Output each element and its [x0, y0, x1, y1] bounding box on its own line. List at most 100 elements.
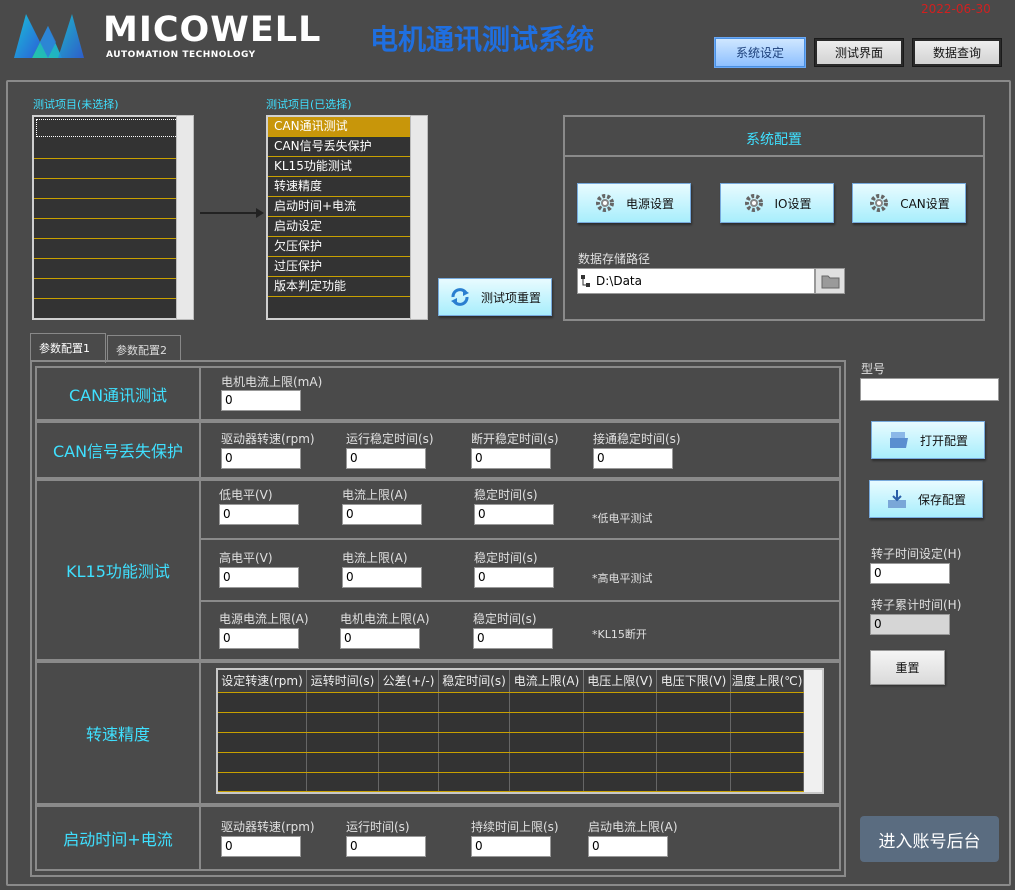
column-header: 电压下限(V) — [657, 670, 731, 692]
reset-test-items-button[interactable]: 测试项重置 — [438, 278, 552, 316]
section-startup-time-current: 启动时间+电流 — [35, 805, 841, 871]
can-settings-button[interactable]: CAN设置 — [852, 183, 966, 223]
table-row[interactable] — [218, 712, 822, 732]
field-label: 运行稳定时间(s) — [346, 432, 434, 446]
list-item[interactable] — [34, 139, 182, 159]
nav-data-query-button[interactable]: 数据查询 — [912, 38, 1002, 67]
high-level-voltage-input[interactable]: 0 — [219, 567, 299, 588]
list-item[interactable]: 转速精度 — [268, 177, 412, 197]
high-level-note: *高电平测试 — [592, 572, 653, 585]
table-scrollbar[interactable] — [804, 670, 822, 792]
low-level-note: *低电平测试 — [592, 512, 653, 525]
tab-param-config-2[interactable]: 参数配置2 — [107, 335, 181, 361]
power-current-limit-input[interactable]: 0 — [219, 628, 299, 649]
arrow-right-icon — [200, 208, 264, 218]
selected-list-scrollbar[interactable] — [410, 115, 428, 320]
field-label: 稳定时间(s) — [473, 612, 537, 626]
duration-limit-input[interactable]: 0 — [471, 836, 551, 857]
refresh-icon — [450, 288, 469, 306]
list-item[interactable] — [36, 119, 180, 137]
section-title: 启动时间+电流 — [37, 807, 201, 869]
field-label: 高电平(V) — [219, 551, 273, 565]
section-title: 转速精度 — [37, 663, 201, 803]
column-header: 稳定时间(s) — [439, 670, 510, 692]
unselected-list-scrollbar[interactable] — [176, 115, 194, 320]
motor-current-limit-input[interactable]: 0 — [221, 390, 301, 411]
model-input[interactable] — [860, 378, 999, 401]
motor-current-limit-a-input[interactable]: 0 — [340, 628, 420, 649]
list-item[interactable]: 过压保护 — [268, 257, 412, 277]
field-label: 接通稳定时间(s) — [593, 432, 681, 446]
list-item[interactable]: 启动时间+电流 — [268, 197, 412, 217]
rotor-time-input[interactable]: 0 — [870, 563, 950, 584]
list-item[interactable] — [34, 219, 182, 239]
tab-param-config-1[interactable]: 参数配置1 — [30, 333, 106, 363]
field-label: 电流上限(A) — [342, 551, 408, 565]
io-settings-button[interactable]: IO设置 — [720, 183, 834, 223]
section-title: KL15功能测试 — [37, 481, 201, 659]
speed-accuracy-table[interactable]: 设定转速(rpm) 运转时间(s) 公差(+/-) 稳定时间(s) 电流上限(A… — [216, 668, 824, 794]
account-backend-button[interactable]: 进入账号后台 — [860, 816, 999, 862]
low-stable-time-input[interactable]: 0 — [474, 504, 554, 525]
list-item[interactable]: 欠压保护 — [268, 237, 412, 257]
low-level-voltage-input[interactable]: 0 — [219, 504, 299, 525]
section-can-signal-loss: CAN信号丢失保护 — [35, 421, 841, 479]
data-path-field[interactable]: D:\Data — [577, 268, 815, 294]
startup-run-time-input[interactable]: 0 — [346, 836, 426, 857]
list-item[interactable]: 版本判定功能 — [268, 277, 412, 297]
nav-test-ui-button[interactable]: 测试界面 — [814, 38, 904, 67]
gear-icon — [744, 194, 763, 212]
list-item[interactable] — [34, 159, 182, 179]
column-header: 电压上限(V) — [584, 670, 657, 692]
field-label: 运行时间(s) — [346, 820, 410, 834]
connect-stable-time-input[interactable]: 0 — [593, 448, 673, 469]
field-label: 电机电流上限(A) — [340, 612, 430, 626]
app-title: 电机通讯测试系统 — [370, 23, 595, 56]
table-row[interactable] — [218, 732, 822, 752]
save-icon — [887, 490, 906, 508]
list-item[interactable]: CAN通讯测试 — [268, 117, 412, 137]
list-item[interactable]: KL15功能测试 — [268, 157, 412, 177]
list-item[interactable] — [34, 239, 182, 259]
table-row[interactable] — [218, 692, 822, 712]
nav-label: 测试界面 — [834, 46, 883, 60]
high-stable-time-input[interactable]: 0 — [474, 567, 554, 588]
startup-driver-speed-input[interactable]: 0 — [221, 836, 301, 857]
data-path-value: D:\Data — [596, 274, 642, 288]
unselected-test-list[interactable] — [32, 115, 182, 320]
field-label: 稳定时间(s) — [474, 551, 538, 565]
list-item[interactable] — [34, 279, 182, 299]
list-item[interactable] — [34, 199, 182, 219]
list-item[interactable]: CAN信号丢失保护 — [268, 137, 412, 157]
divider — [201, 538, 839, 540]
driver-speed-input[interactable]: 0 — [221, 448, 301, 469]
kl15-off-note: *KL15断开 — [592, 628, 647, 641]
high-current-limit-input[interactable]: 0 — [342, 567, 422, 588]
disconnect-stable-time-input[interactable]: 0 — [471, 448, 551, 469]
data-path-label: 数据存储路径 — [578, 252, 651, 266]
list-item[interactable]: 启动设定 — [268, 217, 412, 237]
off-stable-time-input[interactable]: 0 — [473, 628, 553, 649]
reset-button[interactable]: 重置 — [870, 650, 945, 685]
low-current-limit-input[interactable]: 0 — [342, 504, 422, 525]
section-kl15-test: KL15功能测试 — [35, 479, 841, 661]
field-label: 驱动器转速(rpm) — [221, 432, 315, 446]
column-header: 运转时间(s) — [307, 670, 379, 692]
open-config-button[interactable]: 打开配置 — [871, 421, 985, 459]
brand-subtitle: AUTOMATION TECHNOLOGY — [106, 50, 256, 60]
save-config-button[interactable]: 保存配置 — [869, 480, 983, 518]
field-label: 启动电流上限(A) — [588, 820, 678, 834]
startup-current-limit-input[interactable]: 0 — [588, 836, 668, 857]
table-row[interactable] — [218, 772, 822, 792]
micowell-logo-icon — [14, 14, 84, 58]
table-row[interactable] — [218, 752, 822, 772]
nav-system-settings-button[interactable]: 系统设定 — [715, 38, 805, 67]
selected-list-label: 测试项目(已选择) — [266, 98, 352, 111]
run-stable-time-input[interactable]: 0 — [346, 448, 426, 469]
selected-test-list[interactable]: CAN通讯测试 CAN信号丢失保护 KL15功能测试 转速精度 启动时间+电流 … — [266, 115, 412, 320]
browse-folder-button[interactable] — [815, 268, 845, 294]
list-item[interactable] — [34, 179, 182, 199]
power-settings-button[interactable]: 电源设置 — [577, 183, 691, 223]
list-item[interactable] — [34, 259, 182, 279]
rotor-acc-field: 0 — [870, 614, 950, 635]
